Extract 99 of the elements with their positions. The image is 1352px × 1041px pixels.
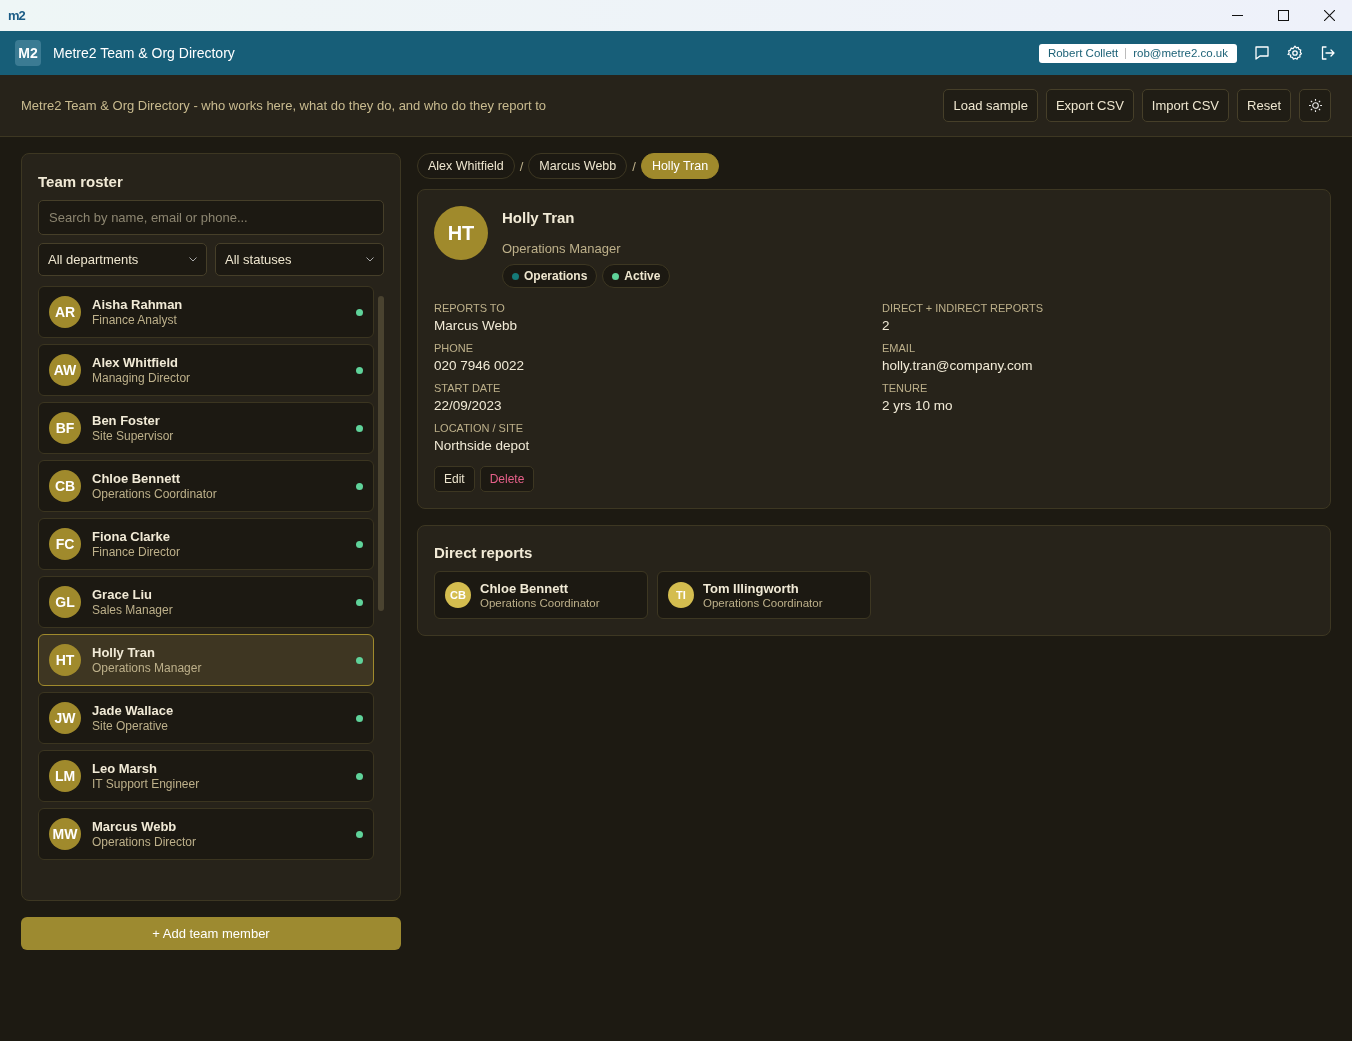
member-name: Fiona Clarke [92, 529, 172, 544]
avatar: CB [445, 582, 471, 608]
minimize-icon [1231, 15, 1243, 16]
scrollbar-thumb[interactable] [378, 296, 384, 611]
avatar: GL [49, 586, 81, 618]
avatar: LM [49, 760, 81, 792]
member-role: Operations Manager [92, 661, 203, 675]
profile-name: Holly Tran [502, 209, 576, 226]
roster-item[interactable]: JW Jade Wallace Site Operative [38, 692, 374, 744]
tag-label: Active [624, 269, 661, 283]
tag-label: Operations [524, 269, 588, 283]
field-value: holly.tran@company.com [882, 358, 1034, 373]
member-name: Ben Foster [92, 413, 161, 428]
roster-item[interactable]: FC Fiona Clarke Finance Director [38, 518, 374, 570]
field-value: 22/09/2023 [434, 398, 503, 413]
member-name: Holly Tran [92, 645, 156, 660]
roster-item[interactable]: AR Aisha Rahman Finance Analyst [38, 286, 374, 338]
member-role: Sales Manager [92, 603, 174, 617]
avatar: HT [49, 644, 81, 676]
report-card[interactable]: TI Tom Illingworth Operations Coordinator [657, 571, 871, 619]
member-name: Aisha Rahman [92, 297, 184, 312]
field-label: REPORTS TO [434, 302, 506, 314]
member-name: Chloe Bennett [480, 581, 570, 596]
field-value: 020 7946 0022 [434, 358, 526, 373]
member-role: Finance Analyst [92, 313, 178, 327]
member-role: Managing Director [92, 371, 192, 385]
app-logo: m2 [8, 8, 25, 23]
field-value: 2 [882, 318, 891, 333]
field-value: Marcus Webb [434, 318, 519, 333]
field-label: START DATE [434, 382, 502, 394]
member-role: IT Support Engineer [92, 777, 201, 791]
panel-title: Team roster [38, 173, 124, 190]
toolbar-button[interactable]: Export CSV [1045, 89, 1134, 122]
avatar: TI [668, 582, 694, 608]
profile-avatar: HT [434, 206, 488, 260]
member-name: Tom Illingworth [703, 581, 800, 596]
chat-icon[interactable] [1254, 45, 1270, 61]
member-name: Chloe Bennett [92, 471, 182, 486]
app-subtitle: Metre2 Team & Org Directory - who works here, what do they do, and who do they report to [21, 98, 548, 113]
app-badge: M2 [15, 40, 41, 66]
filter-dropdown[interactable]: All statuses [215, 243, 384, 276]
avatar: AR [49, 296, 81, 328]
toolbar-button[interactable]: Load sample [943, 89, 1038, 122]
field-label: PHONE [434, 342, 475, 354]
toolbar-button[interactable]: Reset [1237, 89, 1291, 122]
section-title: Direct reports [434, 544, 534, 561]
delete-button[interactable]: Delete [479, 466, 535, 492]
close-icon [1323, 10, 1335, 21]
user-email: rob@metre2.co.uk [1133, 47, 1228, 59]
toolbar-button[interactable]: Import CSV [1141, 89, 1230, 122]
edit-button[interactable]: Edit [434, 466, 475, 492]
breadcrumb-separator: / [519, 158, 524, 174]
field-label: DIRECT + INDIRECT REPORTS [882, 302, 1045, 314]
roster-item[interactable]: LM Leo Marsh IT Support Engineer [38, 750, 374, 802]
avatar: JW [49, 702, 81, 734]
member-role: Operations Director [92, 835, 198, 849]
breadcrumb-separator: / [632, 158, 636, 174]
field-label: LOCATION / SITE [434, 422, 525, 434]
member-name: Grace Liu [92, 587, 153, 602]
member-name: Alex Whitfield [92, 355, 179, 370]
roster-item[interactable]: BF Ben Foster Site Supervisor [38, 402, 374, 454]
avatar: MW [49, 818, 81, 850]
app-title: Metre2 Team & Org Directory [53, 45, 235, 61]
theme-toggle-button[interactable] [1299, 89, 1331, 122]
profile-role: Operations Manager [502, 241, 622, 256]
chevron-down-icon [366, 257, 374, 262]
roster-item[interactable]: AW Alex Whitfield Managing Director [38, 344, 374, 396]
roster-item[interactable]: CB Chloe Bennett Operations Coordinator [38, 460, 374, 512]
avatar: CB [49, 470, 81, 502]
avatar: BF [49, 412, 81, 444]
roster-item[interactable]: MW Marcus Webb Operations Director [38, 808, 374, 860]
member-role: Finance Director [92, 545, 182, 559]
filter-dropdown[interactable]: All departments [38, 243, 207, 276]
field-value: Northside depot [434, 438, 531, 453]
avatar: FC [49, 528, 81, 560]
member-role: Site Operative [92, 719, 170, 733]
search-field[interactable]: Search by name, email or phone... [38, 200, 384, 235]
chevron-down-icon [189, 257, 197, 262]
member-role: Site Supervisor [92, 429, 175, 443]
roster-item[interactable]: GL Grace Liu Sales Manager [38, 576, 374, 628]
member-name: Marcus Webb [92, 819, 178, 834]
maximize-icon [1277, 10, 1289, 21]
member-name: Jade Wallace [92, 703, 175, 718]
member-name: Leo Marsh [92, 761, 158, 776]
user-name: Robert Collett [1047, 47, 1119, 59]
settings-icon[interactable] [1287, 45, 1303, 61]
member-role: Operations Coordinator [92, 487, 218, 501]
avatar: AW [49, 354, 81, 386]
member-role: Operations Coordinator [703, 597, 823, 609]
logout-icon[interactable] [1320, 45, 1336, 61]
field-label: EMAIL [882, 342, 916, 354]
breadcrumb-item[interactable]: Marcus Webb [528, 153, 628, 179]
report-card[interactable]: CB Chloe Bennett Operations Coordinator [434, 571, 648, 619]
field-label: TENURE [882, 382, 929, 394]
roster-item[interactable]: HT Holly Tran Operations Manager [38, 634, 374, 686]
breadcrumb-item[interactable]: Alex Whitfield [417, 153, 515, 179]
field-value: 2 yrs 10 mo [882, 398, 954, 413]
member-role: Operations Coordinator [480, 597, 600, 609]
sun-icon [1308, 99, 1322, 112]
